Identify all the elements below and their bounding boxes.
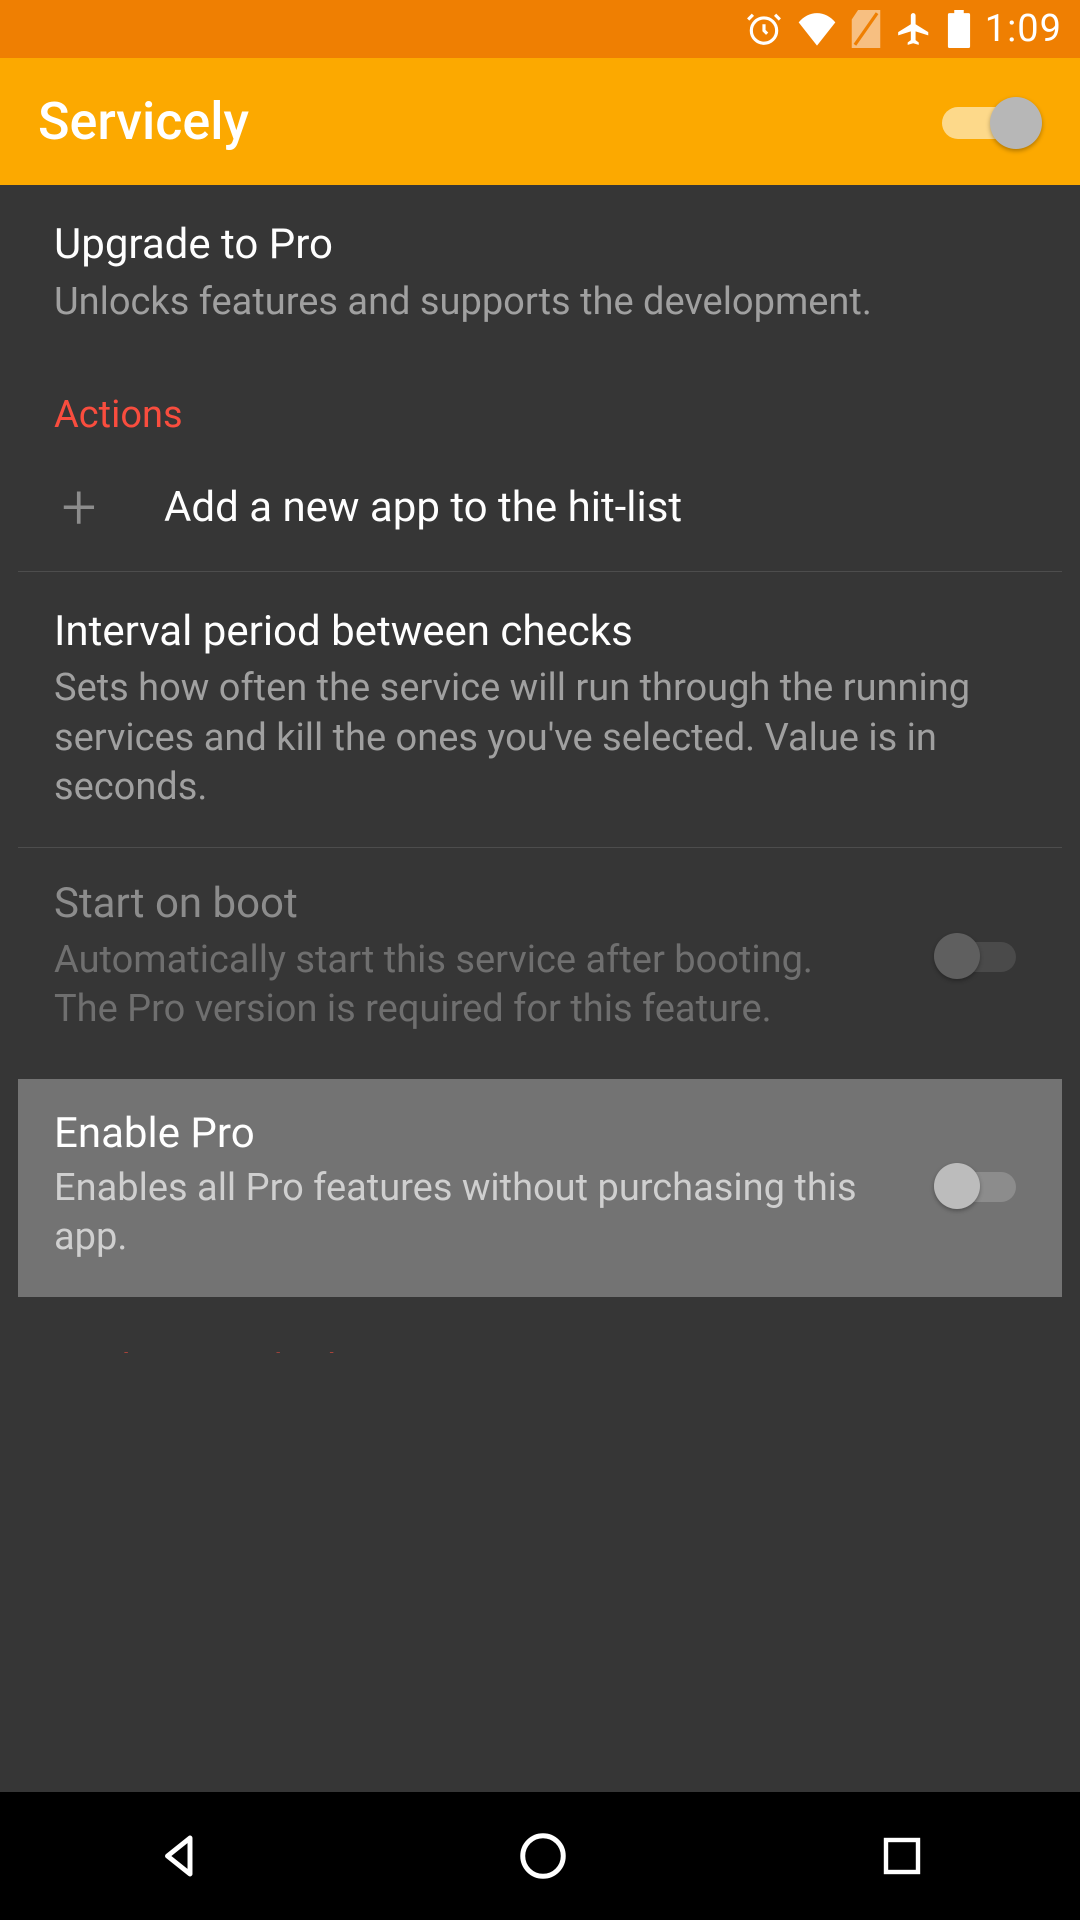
enable-pro-toggle[interactable] [934,1160,1026,1212]
section-hitlist: Applications hit-list [0,1297,1080,1353]
recents-button[interactable] [878,1832,926,1880]
add-app-row[interactable]: + Add a new app to the hit-list [0,457,1080,571]
item-subtitle: Unlocks features and supports the develo… [54,278,1026,327]
item-subtitle: Automatically start this service after b… [54,936,916,1035]
master-toggle[interactable] [942,93,1042,151]
screen: 1:09 Servicely Upgrade to Pro Unlocks fe… [0,0,1080,1920]
add-app-label: Add a new app to the hit-list [164,483,682,532]
start-on-boot-toggle [934,930,1026,982]
item-title: Enable Pro [54,1109,916,1158]
item-title: Interval period between checks [54,606,1026,659]
settings-list[interactable]: Upgrade to Pro Unlocks features and supp… [0,185,1080,1792]
back-button[interactable] [154,1829,208,1883]
item-title: Start on boot [54,878,916,931]
app-bar: Servicely [0,58,1080,185]
navigation-bar [0,1792,1080,1920]
upgrade-pro-item[interactable]: Upgrade to Pro Unlocks features and supp… [0,185,1080,361]
airplane-icon [895,10,933,48]
enable-pro-item[interactable]: Enable Pro Enables all Pro features with… [18,1079,1062,1297]
sim-icon [851,10,881,48]
section-actions: Actions [0,361,1080,457]
item-subtitle: Sets how often the service will run thro… [54,664,1026,812]
item-title: Upgrade to Pro [54,219,1026,272]
interval-item[interactable]: Interval period between checks Sets how … [0,572,1080,847]
start-on-boot-item: Start on boot Automatically start this s… [0,848,1080,1065]
status-bar: 1:09 [0,0,1080,58]
item-subtitle: Enables all Pro features without purchas… [54,1164,916,1263]
alarm-icon [745,10,783,48]
app-title: Servicely [38,91,249,152]
status-time: 1:09 [985,7,1062,51]
wifi-icon [797,12,837,46]
battery-icon [947,10,971,48]
home-button[interactable] [516,1829,570,1883]
plus-icon: + [54,477,104,539]
